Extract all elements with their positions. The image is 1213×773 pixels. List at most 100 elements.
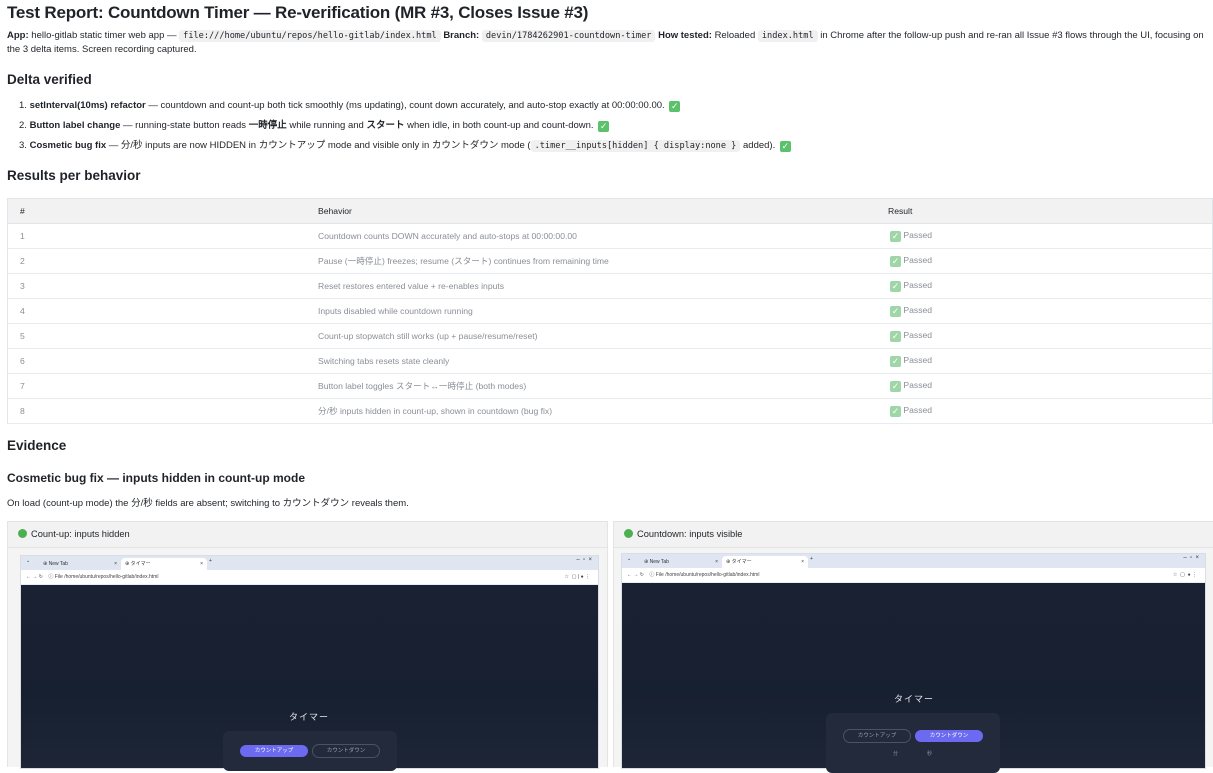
app-text: hello-gitlab static timer web app — [31,30,177,41]
timer-title: タイマー [289,712,330,722]
result-text: Passed [903,355,933,365]
nav-arrows-icon: ← → ↻ [627,572,644,578]
delta-bold: setInterval(10ms) refactor [29,100,146,111]
app-path-code: file:///home/ubuntu/repos/hello-gitlab/i… [179,30,441,42]
jp-start-label: スタート [366,120,405,131]
row-result: ✓ Passed [876,298,1213,324]
row-behavior: 分/秒 inputs hidden in count-up, shown in … [306,398,876,424]
result-text: Passed [903,330,933,340]
result-text: Passed [903,280,933,290]
row-result: ✓ Passed [876,223,1213,249]
delta-text: when idle, in both count-up and count-do… [404,120,594,131]
row-behavior: Pause (一時停止) freezes; resume (スタート) cont… [306,248,876,274]
green-dot-icon [18,529,27,538]
row-behavior: Count-up stopwatch still works (up + pau… [306,323,876,349]
delta-item: 3. Cosmetic bug fix — 分/秒 inputs are now… [19,136,791,156]
results-heading: Results per behavior [7,168,141,183]
delta-item: 2. Button label change — running-state b… [19,116,791,136]
nav-arrows-icon: ← → ↻ [26,574,43,580]
tab-title: タイマー [731,559,752,565]
delta-bold: Button label change [29,120,121,131]
check-box-icon: ✓ [890,331,901,342]
browser-urlbar: ← → ↻ ⓘ File /home/ubuntu/repos/hello-gi… [21,570,598,584]
tab-title: タイマー [130,561,151,567]
table-row: 4 Inputs disabled while countdown running… [7,298,1213,324]
table-row: 3 Reset restores entered value + re-enabl… [7,273,1213,299]
table-header-row: # Behavior Result [7,198,1213,224]
table-row: 8 分/秒 inputs hidden in count-up, shown in… [7,398,1213,424]
col-result: Result [876,198,1213,224]
evidence-panel-countdown: Countdown: inputs visible ⊕ New Tab × ⊕ タ… [613,521,1213,773]
countup-mode-button: カウントアップ [240,745,308,757]
table-row: 5 Count-up stopwatch still works (up + pa… [7,323,1213,349]
timer-app: タイマー カウントアップ カウントダウン 分 秒 [622,583,1205,773]
browser-tab-active: ⊕ タイマー × [121,558,207,570]
check-box-icon: ✓ [890,356,901,367]
row-result: ✓ Passed [876,348,1213,374]
table-row: 7 Button label toggles スタート↔一時停止 (both mo… [7,373,1213,399]
countdown-mode-button: カウントダウン [312,744,380,758]
delta-text: while running and [286,120,367,131]
row-result: ✓ Passed [876,398,1213,424]
timer-card: カウントアップ カウントダウン [223,731,397,771]
col-number: # [7,198,306,224]
panel-label: Countdown: inputs visible [637,529,743,539]
report-meta: App: hello-gitlab static timer web app —… [7,29,1207,57]
tab-title: New Tab [48,561,68,567]
check-box-icon: ✓ [890,256,901,267]
row-number: 6 [7,348,306,374]
how-tested-text: Reloaded [714,30,756,41]
check-box-icon: ✓ [779,141,791,152]
row-result: ✓ Passed [876,248,1213,274]
delta-item: 1. setInterval(10ms) refactor — countdow… [19,96,791,116]
screenshot-countup: ⊕ New Tab × ⊕ タイマー × + ⌄ – ▫ × ← → ↻ ⓘ Fil… [20,555,599,771]
css-rule-code: .timer__inputs[hidden] { display:none } [530,140,741,152]
branch-code: devin/1784262901-countdown-timer [481,30,656,42]
delta-num: 1. [19,100,27,111]
result-text: Passed [903,230,933,240]
how-tested-label: How tested: [658,30,712,41]
jp-pause-label: 一時停止 [248,120,287,131]
row-behavior: Countdown counts DOWN accurately and aut… [306,223,876,249]
timer-app: タイマー カウントアップ カウントダウン [21,585,598,771]
check-box-icon: ✓ [890,381,901,392]
browser-tab: ⊕ New Tab × [644,559,718,565]
minutes-label: 分 [893,751,899,757]
browser-tabbar: ⊕ New Tab × ⊕ タイマー × + ⌄ – ▫ × [622,554,1205,568]
url-prefix: File [54,574,63,580]
timer-card: カウントアップ カウントダウン 分 秒 [826,713,1000,773]
delta-num: 3. [19,140,27,151]
check-box-icon: ✓ [890,281,901,292]
evidence-description: On load (count-up mode) the 分/秒 fields a… [7,498,409,509]
row-behavior: Button label toggles スタート↔一時停止 (both mod… [306,373,876,399]
tab-title: New Tab [649,559,669,565]
result-text: Passed [903,305,933,315]
table-row: 6 Switching tabs resets state cleanly ✓ Pa… [7,348,1213,374]
browser-tab-active: ⊕ タイマー × [722,556,808,568]
check-box-icon: ✓ [890,406,901,417]
row-number: 4 [7,298,306,324]
delta-heading: Delta verified [7,72,92,87]
delta-text: — countdown and count-up both tick smoot… [145,100,665,111]
info-icon: ⓘ [48,574,54,580]
table-row: 2 Pause (一時停止) freezes; resume (スタート) con… [7,248,1213,274]
result-text: Passed [903,405,933,415]
row-number: 5 [7,323,306,349]
row-number: 1 [7,223,306,249]
row-behavior: Inputs disabled while countdown running [306,298,876,324]
row-number: 7 [7,373,306,399]
how-tested-file-code: index.html [757,30,818,42]
delta-text: — 分/秒 inputs are now HIDDEN in カウントアップ m… [106,140,531,151]
countup-mode-button: カウントアップ [843,729,911,743]
col-behavior: Behavior [306,198,876,224]
delta-num: 2. [19,120,27,131]
timer-title: タイマー [894,694,935,704]
url-text: /home/ubuntu/repos/hello-gitlab/index.ht… [665,572,760,578]
row-behavior: Reset restores entered value + re-enable… [306,273,876,299]
delta-text: — running-state button reads [120,120,249,131]
new-tab-icon: + [810,556,813,562]
chevron-down-icon: ⌄ [26,558,31,564]
results-table: # Behavior Result 1 Countdown counts DOWN… [7,198,1213,424]
chevron-down-icon: ⌄ [627,556,632,562]
panel-header: Count-up: inputs hidden [8,522,607,548]
